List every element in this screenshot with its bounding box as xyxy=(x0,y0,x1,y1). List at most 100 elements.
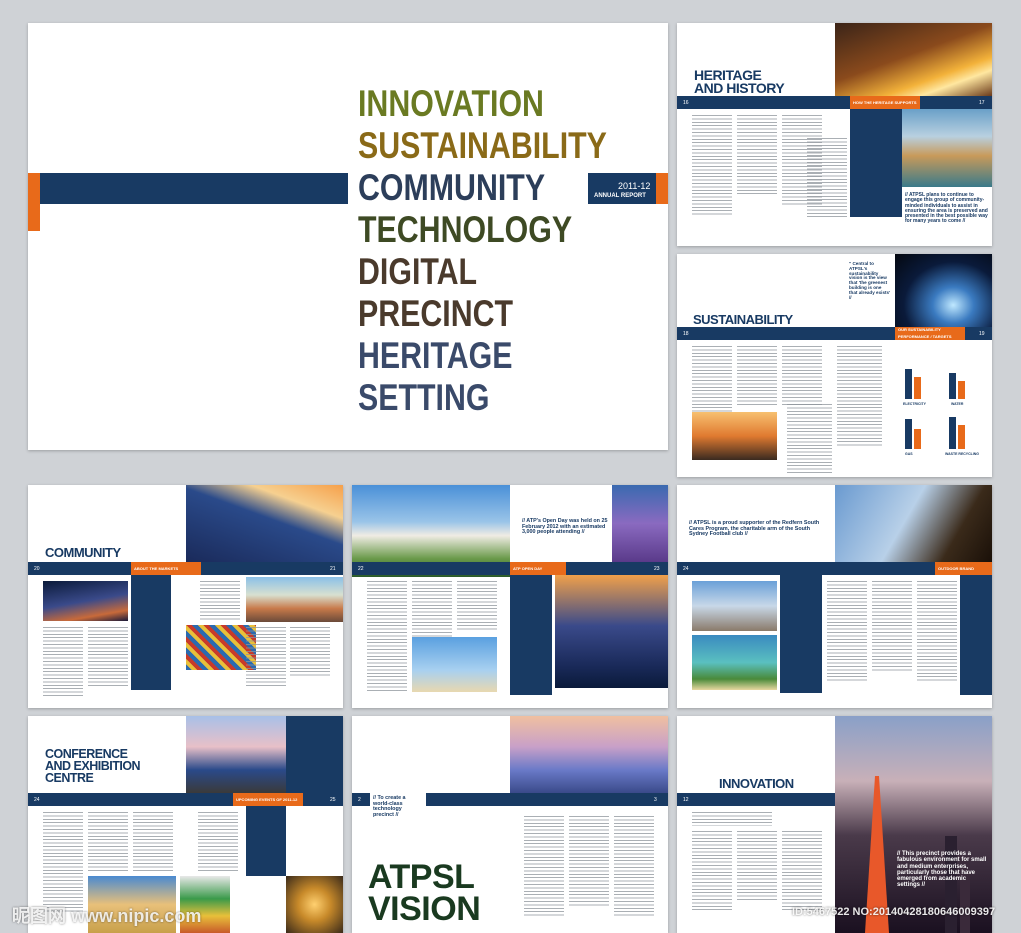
text-column xyxy=(692,346,732,416)
cover-word-list: INNOVATION SUSTAINABILITY COMMUNITY TECH… xyxy=(358,83,668,419)
sustainability-chart: ELECTRICITY WATER GAS WASTE RECYCLING xyxy=(897,349,989,461)
page-number: 18 xyxy=(683,331,689,337)
innovation-title: INNOVATION xyxy=(719,776,794,791)
text-column xyxy=(782,346,822,406)
heritage-sidebar xyxy=(850,109,902,217)
text-column xyxy=(692,831,732,911)
cover-word: COMMUNITY xyxy=(358,167,546,208)
lavender-field-photo xyxy=(612,485,668,562)
cover-word: SUSTAINABILITY xyxy=(358,125,607,166)
heritage-orange-label: HOW THE HERITAGE SUPPORTS US xyxy=(850,96,920,118)
chart-bar xyxy=(958,425,965,449)
football-sidebar xyxy=(780,575,822,693)
innovation-spread: INNOVATION 12 13 // This precinct provid… xyxy=(677,716,992,933)
text-column xyxy=(367,581,407,691)
text-column xyxy=(872,581,912,671)
text-column xyxy=(917,581,957,681)
heritage-title: HERITAGE AND HISTORY xyxy=(694,68,785,97)
tower-silhouette xyxy=(865,776,970,933)
power-tower-photo xyxy=(692,412,777,460)
text-column xyxy=(88,627,128,687)
heritage-title-line: AND HISTORY xyxy=(694,80,785,97)
text-column xyxy=(43,812,83,912)
cover-word: TECHNOLOGY xyxy=(358,209,573,250)
community-title: COMMUNITY xyxy=(45,545,121,560)
page-number: 24 xyxy=(683,566,689,572)
football-orange-label: OUTDOOR BRAND xyxy=(935,562,992,575)
text-column xyxy=(827,581,867,681)
openday-sidebar xyxy=(510,575,552,695)
text-column xyxy=(787,404,832,474)
train-mountain-photo xyxy=(186,716,286,793)
football-spread: // ATPSL is a proud supporter of the Red… xyxy=(677,485,992,708)
dome-photo xyxy=(692,581,777,631)
suspension-bridge-photo xyxy=(510,716,668,793)
solar-panel-photo xyxy=(186,485,343,562)
train-sunset-photo xyxy=(835,23,992,96)
text-column xyxy=(737,346,777,406)
market-photo xyxy=(246,577,343,622)
page-number: 25 xyxy=(330,797,336,803)
conference-orange-label: UPCOMING EVENTS OF 2011-12 xyxy=(233,793,303,806)
text-column xyxy=(133,812,173,872)
chart-label: ELECTRICITY xyxy=(903,402,926,406)
page-number: 23 xyxy=(654,566,660,572)
page-number: 20 xyxy=(34,566,40,572)
innovation-quote: // This precinct provides a fabulous env… xyxy=(897,851,987,889)
page-number: 3 xyxy=(654,797,657,803)
chart-bar xyxy=(914,429,921,449)
chart-bar xyxy=(949,417,956,449)
heritage-quote: // ATPSL plans to continue to engage thi… xyxy=(905,192,988,225)
chart-bar xyxy=(905,419,912,449)
sustainability-quote: " Central to ATPSL's sustainability visi… xyxy=(849,261,891,300)
chart-label: GAS xyxy=(905,452,913,456)
openday-quote: // ATP's Open Day was held on 25 Februar… xyxy=(522,518,608,536)
text-column xyxy=(782,831,822,911)
chart-bar xyxy=(905,369,912,399)
vision-title-line: ATPSL xyxy=(368,858,475,896)
page-number: 2 xyxy=(358,797,361,803)
openday-orange-label: ATP OPEN DAY xyxy=(510,562,566,575)
text-column xyxy=(807,138,847,218)
vision-spread: 2 3 // To create a world-class technolog… xyxy=(352,716,668,933)
bridge-night-photo xyxy=(555,575,668,688)
community-sidebar xyxy=(131,575,171,690)
sustainability-orange-label: OUR SUSTAINABILITY PERFORMANCE / TARGETS xyxy=(895,327,965,340)
vision-quote: // To create a world-class technology pr… xyxy=(370,793,426,822)
island-photo xyxy=(692,635,777,690)
community-orange-label: ABOUT THE MARKETS xyxy=(131,562,201,575)
page-number: 12 xyxy=(683,797,689,803)
football-sidebar-right xyxy=(960,575,992,695)
chart-bar xyxy=(949,373,956,399)
cover-word: DIGITAL PRECINCT xyxy=(358,251,514,334)
vision-title: ATPSL VISION xyxy=(368,858,481,929)
cover-orange-band xyxy=(28,173,40,231)
text-column xyxy=(737,831,777,901)
text-column xyxy=(457,581,497,631)
text-column xyxy=(692,812,772,826)
text-column xyxy=(692,115,732,215)
chart-label: WATER xyxy=(951,402,964,406)
conference-title-line: CENTRE xyxy=(45,770,94,785)
text-column xyxy=(837,346,882,446)
text-column xyxy=(200,581,240,621)
watermark-id: ID:5467522 NO:20140428180646009397 xyxy=(792,906,996,918)
openday-spread: // ATP's Open Day was held on 25 Februar… xyxy=(352,485,668,708)
chart-bar xyxy=(914,377,921,399)
vision-title-line: VISION xyxy=(368,890,481,929)
text-column xyxy=(290,627,330,677)
text-column xyxy=(43,627,83,697)
conference-sidebar xyxy=(246,806,286,876)
page-number: 22 xyxy=(358,566,364,572)
football-quote: // ATPSL is a proud supporter of the Red… xyxy=(689,520,820,538)
jumping-people-photo xyxy=(412,637,497,692)
text-column xyxy=(737,115,777,195)
city-night-photo xyxy=(43,581,128,621)
chart-bar xyxy=(958,381,965,399)
page-number: 21 xyxy=(330,566,336,572)
resort-photo xyxy=(902,109,992,187)
lights-photo xyxy=(286,876,343,933)
earth-glow-photo xyxy=(895,254,992,327)
page-number: 24 xyxy=(34,797,40,803)
community-spread: COMMUNITY 20 21 ABOUT THE MARKETS xyxy=(28,485,343,708)
